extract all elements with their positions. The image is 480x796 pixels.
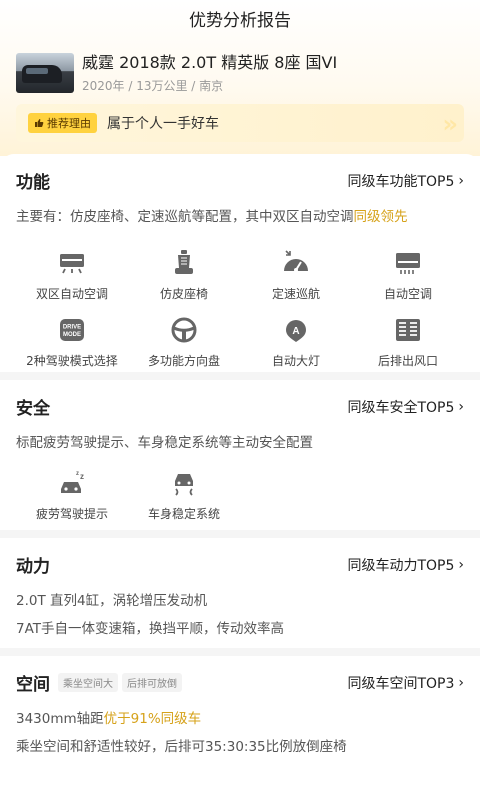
feature-rear-vent[interactable]: 后排出风口 — [352, 316, 464, 369]
svg-text:z: z — [76, 471, 79, 477]
space-wheelbase-line: 3430mm轴距优于91%同级车 — [16, 711, 202, 727]
feature-fatigue-alert[interactable]: zz 疲劳驾驶提示 — [16, 469, 128, 522]
feature-auto-ac[interactable]: 自动空调 — [352, 249, 464, 302]
function-section: 功能 同级车功能TOP5 › 主要有：仿皮座椅、定速巡航等配置，其中双区自动空调同… — [0, 154, 480, 372]
cruise-control-icon — [284, 250, 308, 272]
function-top5-link[interactable]: 同级车功能TOP5 › — [347, 171, 464, 191]
power-top5-link[interactable]: 同级车动力TOP5 › — [347, 555, 464, 575]
svg-text:MODE: MODE — [63, 332, 81, 338]
safety-top5-link[interactable]: 同级车安全TOP5 › — [347, 397, 464, 417]
auto-headlight-icon: A — [286, 320, 306, 342]
safety-feature-grid: zz 疲劳驾驶提示 车身稳定系统 — [16, 469, 464, 522]
feature-drive-mode[interactable]: DRIVE MODE 2种驾驶模式选择 — [16, 316, 128, 369]
page-title: 优势分析报告 — [189, 11, 291, 31]
drive-mode-icon: DRIVEMODE — [60, 319, 84, 341]
space-tag: 后排可放倒 — [122, 673, 182, 692]
space-tag: 乘坐空间大 — [58, 673, 118, 692]
section-divider — [0, 648, 480, 656]
chevron-right-icon: › — [458, 556, 464, 573]
feature-cruise-control[interactable]: 定速巡航 — [240, 249, 352, 302]
space-comfort-line: 乘坐空间和舒适性较好，后排可35:30:35比例放倒座椅 — [16, 739, 347, 755]
space-title: 空间 乘坐空间大 后排可放倒 — [16, 670, 182, 695]
power-title: 动力 — [16, 557, 50, 577]
chevron-right-icon: › — [458, 674, 464, 691]
svg-text:z: z — [80, 472, 84, 481]
leather-seat-icon — [175, 250, 193, 274]
safety-title: 安全 — [16, 399, 50, 419]
thumbs-up-icon — [35, 119, 44, 127]
car-summary[interactable]: 威霆 2018款 2.0T 精英版 8座 国VI 2020年 / 13万公里 /… — [0, 42, 480, 94]
function-feature-grid: 双区自动空调 仿皮座椅 定速巡航 自动空调 DRIVE MODE 2种驾驶模式选择… — [16, 249, 464, 369]
function-title: 功能 — [16, 173, 50, 193]
space-section: 空间 乘坐空间大 后排可放倒 同级车空间TOP3 › 3430mm轴距优于91%同… — [0, 656, 480, 776]
chevron-right-icon: › — [458, 398, 464, 415]
power-section: 动力 同级车动力TOP5 › 2.0T 直列4缸，涡轮增压发动机 7AT手自一体变… — [0, 538, 480, 648]
auto-ac-icon — [396, 253, 420, 274]
car-meta: 2020年 / 13万公里 / 南京 — [82, 79, 224, 93]
report-header: 优势分析报告 威霆 2018款 2.0T 精英版 8座 国VI 2020年 / … — [0, 0, 480, 156]
rear-vent-icon — [396, 319, 420, 341]
space-top3-link[interactable]: 同级车空间TOP3 › — [347, 673, 464, 693]
power-transmission-line: 7AT手自一体变速箱，换挡平顺，传动效率高 — [16, 621, 285, 637]
feature-auto-headlight[interactable]: A 自动大灯 — [240, 316, 352, 369]
dual-zone-ac-icon — [60, 254, 84, 274]
safety-desc: 标配疲劳驾驶提示、车身稳定系统等主动安全配置 — [16, 435, 313, 451]
fatigue-alert-icon: zz — [61, 471, 84, 493]
feature-dual-zone-ac[interactable]: 双区自动空调 — [16, 249, 128, 302]
feature-steering-wheel[interactable]: 多功能方向盘 — [128, 316, 240, 369]
feature-leather-seat[interactable]: 仿皮座椅 — [128, 249, 240, 302]
recommend-reason-text: 属于个人一手好车 — [107, 116, 219, 132]
recommend-reason-tag: 推荐理由 — [28, 113, 97, 133]
section-divider — [0, 372, 480, 380]
car-thumbnail — [16, 53, 74, 93]
steering-wheel-icon — [171, 317, 197, 343]
car-name: 威霆 2018款 2.0T 精英版 8座 国VI — [82, 53, 338, 72]
safety-section: 安全 同级车安全TOP5 › 标配疲劳驾驶提示、车身稳定系统等主动安全配置 zz … — [0, 380, 480, 530]
svg-text:DRIVE: DRIVE — [63, 325, 81, 331]
svg-text:A: A — [292, 326, 299, 337]
function-desc: 主要有：仿皮座椅、定速巡航等配置，其中双区自动空调同级领先 — [16, 209, 408, 225]
stability-control-icon — [175, 474, 193, 496]
chevron-decoration-icon: » — [442, 110, 457, 138]
chevron-right-icon: › — [458, 172, 464, 189]
recommend-reason-banner: 推荐理由 属于个人一手好车 » — [16, 104, 464, 142]
power-engine-line: 2.0T 直列4缸，涡轮增压发动机 — [16, 593, 208, 609]
section-divider — [0, 530, 480, 538]
feature-stability-control[interactable]: 车身稳定系统 — [128, 469, 240, 522]
